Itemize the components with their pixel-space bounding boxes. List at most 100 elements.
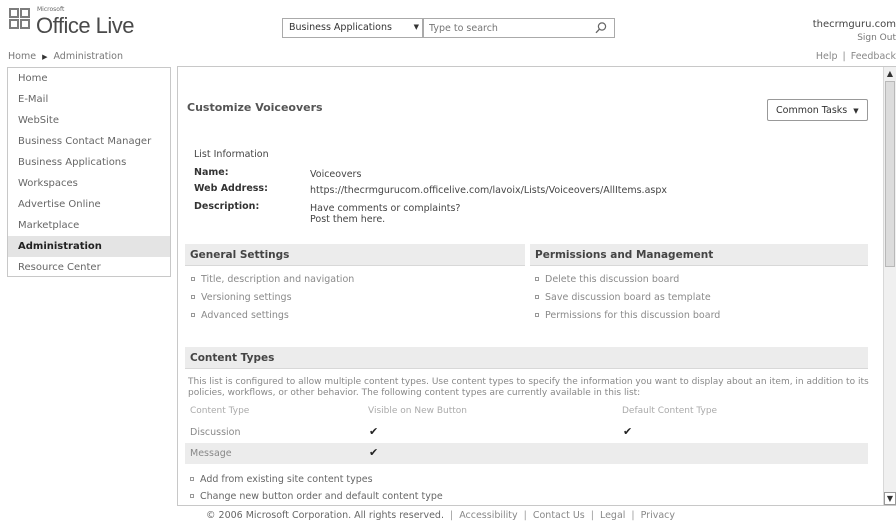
name-value: Voiceovers (310, 169, 362, 180)
bullet-icon (191, 312, 195, 317)
office-live-logo[interactable]: Microsoft Office Live (9, 6, 179, 46)
logo-microsoft-text: Microsoft (37, 6, 65, 13)
bullet-icon (191, 294, 195, 299)
bullet-icon (190, 493, 194, 498)
name-label: Name: (194, 167, 229, 178)
business-app-select[interactable]: Business Applications ▼ (282, 18, 423, 38)
save-as-template-link[interactable]: Save discussion board as template (535, 292, 711, 303)
scroll-thumb[interactable] (885, 81, 895, 267)
content-types-header: Content Types (185, 347, 868, 369)
content-type-row: Discussion ✔ ✔ (185, 422, 868, 442)
contact-us-link[interactable]: Contact Us (533, 510, 585, 521)
sidebar-item-marketplace[interactable]: Marketplace (8, 215, 170, 236)
main-content: Customize Voiceovers Common Tasks ▼ List… (178, 67, 883, 505)
separator: | (590, 510, 594, 521)
sidebar-item-website[interactable]: WebSite (8, 110, 170, 131)
content-types-title: Content Types (190, 352, 275, 364)
separator: | (523, 510, 527, 521)
column-header-visible: Visible on New Button (368, 406, 467, 416)
link-text: Change new button order and default cont… (200, 491, 443, 502)
privacy-link[interactable]: Privacy (641, 510, 675, 521)
link-text: Delete this discussion board (545, 274, 680, 285)
chevron-down-icon: ▼ (413, 23, 419, 31)
list-info-heading: List Information (194, 149, 269, 160)
sidebar-nav: Home E-Mail WebSite Business Contact Man… (7, 67, 171, 277)
breadcrumb-arrow-icon: ▶ (42, 53, 48, 61)
bullet-icon (191, 276, 195, 281)
scroll-up-arrow-icon[interactable]: ▲ (884, 67, 896, 80)
separator: | (631, 510, 635, 521)
content-type-row: Message ✔ (185, 443, 868, 464)
permissions-discussion-board-link[interactable]: Permissions for this discussion board (535, 310, 720, 321)
link-text: Advanced settings (201, 310, 289, 321)
web-address-label: Web Address: (194, 183, 268, 194)
separator: | (449, 510, 454, 521)
accessibility-link[interactable]: Accessibility (459, 510, 517, 521)
vertical-scrollbar[interactable]: ▲ ▼ (883, 67, 896, 505)
footer: © 2006 Microsoft Corporation. All rights… (206, 510, 675, 521)
change-button-order-link[interactable]: Change new button order and default cont… (190, 491, 443, 502)
checkmark-icon: ✔ (369, 446, 379, 459)
link-text: Save discussion board as template (545, 292, 711, 303)
scroll-down-arrow-icon[interactable]: ▼ (884, 492, 896, 505)
delete-discussion-board-link[interactable]: Delete this discussion board (535, 274, 679, 285)
general-settings-header: General Settings (185, 244, 525, 266)
column-header-content-type: Content Type (190, 406, 250, 416)
common-tasks-button[interactable]: Common Tasks ▼ (767, 99, 868, 121)
breadcrumb: Home ▶ Administration (8, 51, 123, 62)
permissions-management-title: Permissions and Management (535, 249, 714, 261)
content-types-description: This list is configured to allow multipl… (188, 377, 869, 398)
sidebar-item-email[interactable]: E-Mail (8, 89, 170, 110)
page-title: Customize Voiceovers (187, 101, 323, 114)
common-tasks-label: Common Tasks (776, 105, 848, 116)
search-icon[interactable] (594, 21, 608, 35)
web-address-value: https://thecrmgurucom.officelive.com/lav… (310, 185, 667, 196)
logo-wordmark: Office Live (36, 13, 135, 38)
link-text: Add from existing site content types (200, 474, 373, 485)
add-existing-content-types-link[interactable]: Add from existing site content types (190, 474, 373, 485)
content-type-name-link[interactable]: Message (190, 448, 232, 459)
sidebar-item-workspaces[interactable]: Workspaces (8, 173, 170, 194)
link-text: Versioning settings (201, 292, 292, 303)
search-input[interactable] (425, 20, 595, 36)
copyright-text: © 2006 Microsoft Corporation. All rights… (206, 510, 444, 521)
chevron-down-icon: ▼ (853, 107, 859, 115)
office-logo-icon (9, 8, 33, 34)
column-header-default: Default Content Type (622, 406, 718, 416)
checkmark-icon: ✔ (623, 425, 633, 438)
sidebar-item-business-applications[interactable]: Business Applications (8, 152, 170, 173)
sidebar-item-home[interactable]: Home (8, 68, 170, 89)
content-type-name-link[interactable]: Discussion (190, 427, 241, 438)
sidebar-item-business-contact-manager[interactable]: Business Contact Manager (8, 131, 170, 152)
link-text: Title, description and navigation (201, 274, 355, 285)
feedback-link[interactable]: Feedback (851, 51, 896, 62)
sidebar-item-resource-center[interactable]: Resource Center (8, 257, 170, 278)
user-name: thecrmguru.com (812, 19, 896, 30)
main-panel: Customize Voiceovers Common Tasks ▼ List… (177, 66, 896, 506)
bullet-icon (190, 476, 194, 481)
checkmark-icon: ✔ (369, 425, 379, 438)
description-line-2: Post them here. (310, 214, 386, 225)
sign-out-link[interactable]: Sign Out (857, 33, 896, 43)
sidebar-item-advertise-online[interactable]: Advertise Online (8, 194, 170, 215)
description-line-1: Have comments or complaints? (310, 203, 461, 214)
advanced-settings-link[interactable]: Advanced settings (191, 310, 289, 321)
legal-link[interactable]: Legal (600, 510, 625, 521)
title-description-navigation-link[interactable]: Title, description and navigation (191, 274, 354, 285)
help-link[interactable]: Help (816, 51, 838, 62)
sidebar-item-administration[interactable]: Administration (8, 236, 170, 257)
help-links: Help | Feedback (816, 51, 896, 62)
breadcrumb-current: Administration (53, 51, 123, 62)
app-select-value: Business Applications (289, 22, 392, 33)
bullet-icon (535, 312, 539, 317)
permissions-management-header: Permissions and Management (530, 244, 868, 266)
versioning-settings-link[interactable]: Versioning settings (191, 292, 292, 303)
bullet-icon (535, 294, 539, 299)
link-text: Permissions for this discussion board (545, 310, 721, 321)
bullet-icon (535, 276, 539, 281)
separator: | (842, 51, 846, 62)
general-settings-title: General Settings (190, 249, 290, 261)
description-label: Description: (194, 201, 260, 212)
search-box (423, 18, 615, 38)
breadcrumb-home-link[interactable]: Home (8, 51, 36, 62)
